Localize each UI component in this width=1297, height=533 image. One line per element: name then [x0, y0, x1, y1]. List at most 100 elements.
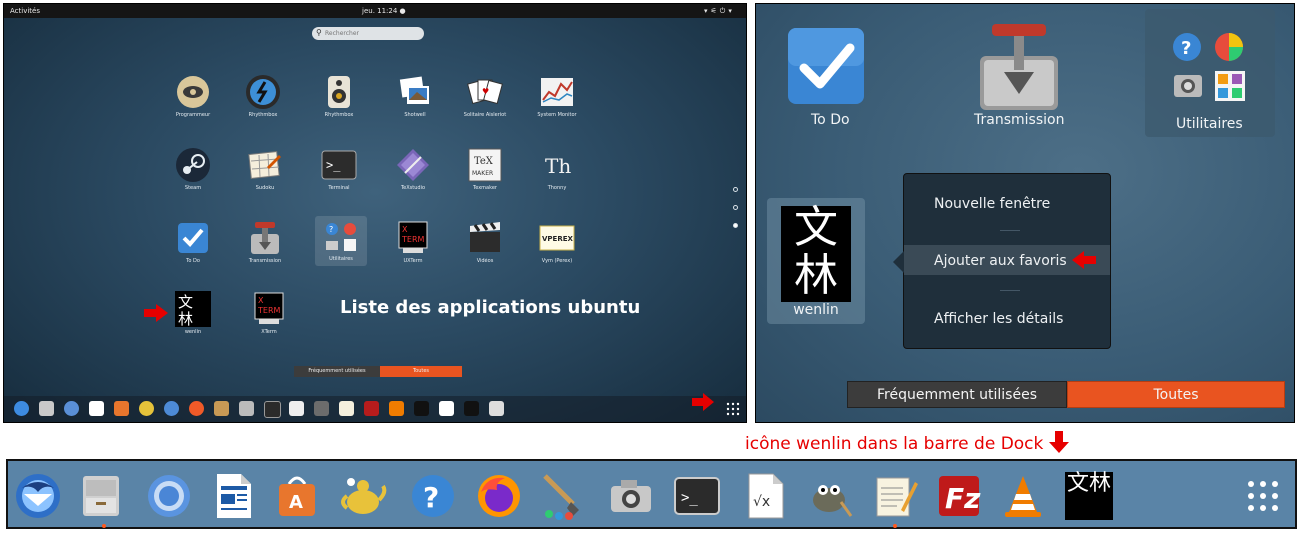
- gimp-icon[interactable]: [314, 401, 329, 416]
- inkscape-icon[interactable]: [414, 401, 429, 416]
- tab-all[interactable]: Toutes: [1067, 381, 1285, 408]
- page-dot-active[interactable]: [733, 223, 738, 228]
- app-vym[interactable]: VPEREX Vym (Perex): [526, 220, 588, 282]
- teapot-icon[interactable]: [139, 401, 154, 416]
- libreoffice-writer-icon[interactable]: [89, 401, 104, 416]
- wenlin-icon[interactable]: 文林: [1064, 471, 1114, 521]
- terminal-icon[interactable]: >_: [672, 471, 722, 521]
- tab-all[interactable]: Toutes: [380, 366, 462, 377]
- app-system-monitor[interactable]: System Monitor: [526, 74, 588, 136]
- terminal-icon[interactable]: [264, 401, 281, 418]
- app-rhythmbox[interactable]: Rhythmbox: [232, 74, 294, 136]
- page-dot[interactable]: [733, 187, 738, 192]
- app-todo[interactable]: To Do: [162, 220, 224, 282]
- search-bar[interactable]: ⚲: [312, 27, 424, 40]
- vlc-icon[interactable]: [389, 401, 404, 416]
- app-programmeur[interactable]: Programmeur: [162, 74, 224, 136]
- transmission-icon[interactable]: [974, 20, 1064, 110]
- app-label: Vym (Perex): [541, 258, 573, 264]
- app-wenlin-selected[interactable]: 文林 wenlin: [767, 198, 865, 324]
- app-texmaker[interactable]: TeX MAKER Texmaker: [454, 147, 516, 209]
- app-solitaire[interactable]: ♥ Solitaire Aisleriot: [454, 74, 516, 136]
- firefox-icon[interactable]: [474, 471, 524, 521]
- thunderbird-icon[interactable]: [14, 401, 29, 416]
- thunderbird-icon[interactable]: [13, 471, 63, 521]
- xterm-icon: X TERM: [251, 291, 287, 327]
- app-transmission[interactable]: Transmission: [234, 220, 296, 282]
- show-apps-icon[interactable]: [726, 402, 740, 416]
- software-center-icon[interactable]: [114, 401, 129, 416]
- gimp-icon[interactable]: [804, 471, 854, 521]
- libreoffice-writer-icon[interactable]: [208, 471, 258, 521]
- paintbrush-icon[interactable]: [214, 401, 229, 416]
- paintbrush-icon[interactable]: [538, 471, 588, 521]
- app-label: Rhythmbox: [324, 112, 354, 118]
- svg-text:√x: √x: [753, 494, 770, 510]
- chromium-icon[interactable]: [64, 401, 79, 416]
- todo-icon[interactable]: [786, 26, 866, 106]
- show-apps-icon[interactable]: [1238, 471, 1288, 521]
- utilities-folder[interactable]: ? Utilitaires: [1145, 9, 1275, 137]
- app-icon[interactable]: [439, 401, 454, 416]
- page-dot[interactable]: [733, 205, 738, 210]
- text-editor-icon[interactable]: [339, 401, 354, 416]
- text-editor-icon[interactable]: [870, 471, 920, 521]
- vlc-icon[interactable]: [998, 471, 1048, 521]
- app-uxterm[interactable]: X TERM UXTerm: [382, 220, 444, 282]
- app-texstudio[interactable]: TeXstudio: [382, 147, 444, 209]
- filezilla-icon[interactable]: Fz: [934, 471, 984, 521]
- app-thonny[interactable]: Th Thonny: [526, 147, 588, 209]
- app-wenlin[interactable]: 文林 wenlin: [162, 291, 224, 353]
- app-label: UXTerm: [403, 258, 423, 264]
- svg-text:TERM: TERM: [257, 306, 281, 315]
- sudoku-icon: [247, 147, 283, 183]
- svg-text:A: A: [289, 492, 303, 513]
- libreoffice-math-icon[interactable]: [289, 401, 304, 416]
- rhythmbox-icon: [245, 74, 281, 110]
- wenlin-glyphs: 文: [178, 293, 193, 311]
- activities-button[interactable]: Activités: [10, 7, 40, 15]
- app-steam[interactable]: Steam: [162, 147, 224, 209]
- menu-pointer: [893, 251, 904, 273]
- texmaker-icon: TeX MAKER: [467, 147, 503, 183]
- cards-icon: ♥: [467, 74, 503, 110]
- files-icon[interactable]: [39, 401, 54, 416]
- software-center-icon[interactable]: A: [272, 471, 322, 521]
- chromium-icon[interactable]: [144, 471, 194, 521]
- app-rhythmbox-speaker[interactable]: Rhythmbox: [308, 74, 370, 136]
- app-utilities-folder[interactable]: ? Utilitaires: [315, 216, 367, 266]
- app-terminal[interactable]: >_ Terminal: [308, 147, 370, 209]
- app-label: Shotwell: [404, 112, 426, 118]
- menu-item-add-favorite[interactable]: Ajouter aux favoris: [934, 253, 1067, 269]
- red-arrow-down-icon: [1048, 431, 1069, 453]
- app-shotwell[interactable]: Shotwell: [384, 74, 446, 136]
- photos-icon: [397, 74, 433, 110]
- teapot-icon[interactable]: [338, 471, 388, 521]
- thonny-icon[interactable]: [464, 401, 479, 416]
- app-label: XTerm: [261, 329, 277, 335]
- texstudio-icon: [395, 147, 431, 183]
- search-input[interactable]: [325, 28, 419, 38]
- camera-icon[interactable]: [239, 401, 254, 416]
- menu-separator: [1000, 290, 1020, 291]
- system-tray-icon[interactable]: ▾⚟⏻▾: [704, 7, 735, 16]
- videos-icon: [467, 220, 503, 256]
- libreoffice-math-icon[interactable]: √x: [740, 471, 790, 521]
- camera-icon[interactable]: [606, 471, 656, 521]
- svg-text:VPEREX: VPEREX: [542, 235, 574, 243]
- wenlin-glyphs: 文林: [794, 202, 838, 301]
- tab-frequent[interactable]: Fréquemment utilisées: [847, 381, 1067, 408]
- app-sudoku[interactable]: Sudoku: [234, 147, 296, 209]
- clock[interactable]: jeu. 11:24 ●: [362, 7, 406, 15]
- help-icon[interactable]: [164, 401, 179, 416]
- texmaker-icon[interactable]: [489, 401, 504, 416]
- files-icon[interactable]: [76, 471, 126, 521]
- menu-item-details[interactable]: Afficher les détails: [934, 311, 1063, 327]
- menu-item-new-window[interactable]: Nouvelle fenêtre: [934, 196, 1050, 212]
- app-videos[interactable]: Vidéos: [454, 220, 516, 282]
- tab-frequent[interactable]: Fréquemment utilisées: [294, 366, 380, 377]
- filezilla-icon[interactable]: [364, 401, 379, 416]
- firefox-icon[interactable]: [189, 401, 204, 416]
- help-icon[interactable]: ?: [408, 471, 458, 521]
- app-xterm[interactable]: X TERM XTerm: [238, 291, 300, 353]
